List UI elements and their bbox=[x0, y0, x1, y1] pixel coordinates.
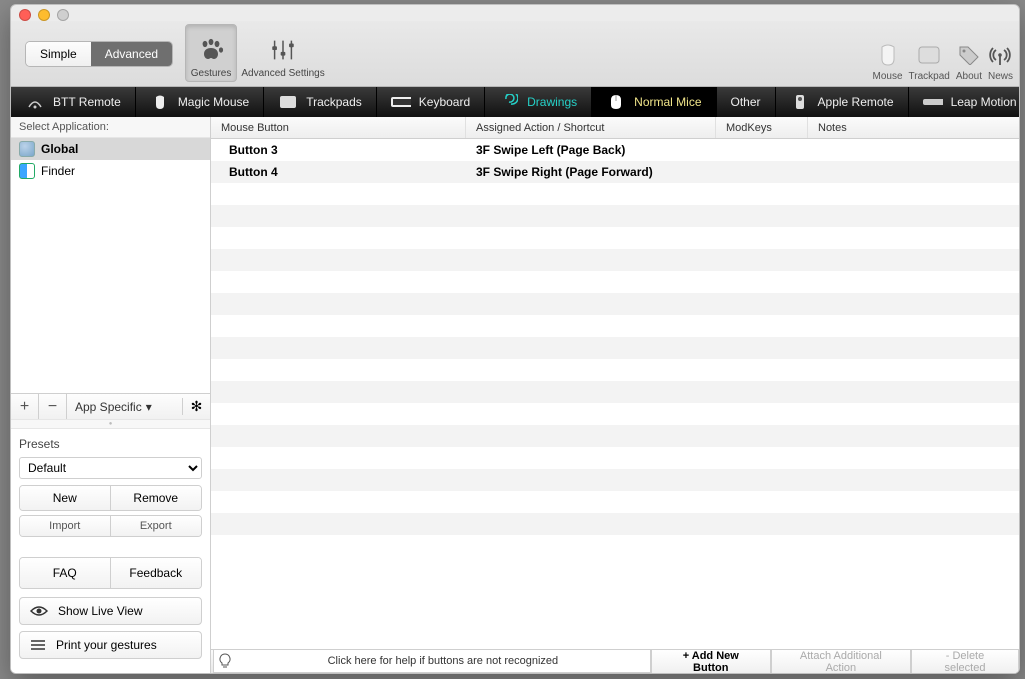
leap-icon bbox=[923, 94, 943, 110]
table-row[interactable]: Button 4 3F Swipe Right (Page Forward) bbox=[211, 161, 1019, 183]
app-window: Simple Advanced Gestures Advanced Settin… bbox=[10, 4, 1020, 674]
advanced-settings-label: Advanced Settings bbox=[241, 68, 324, 79]
chevron-down-icon: ▾ bbox=[146, 400, 152, 414]
preset-import-button[interactable]: Import bbox=[20, 516, 111, 536]
help-strip[interactable]: Click here for help if buttons are not r… bbox=[213, 650, 651, 673]
tab-leap-motion[interactable]: Leap Motion bbox=[909, 87, 1020, 117]
trackpads-icon bbox=[278, 94, 298, 110]
app-row-global[interactable]: Global bbox=[11, 138, 210, 160]
add-app-button[interactable]: + bbox=[11, 394, 39, 419]
mode-simple-button[interactable]: Simple bbox=[26, 42, 91, 66]
gestures-label: Gestures bbox=[191, 68, 232, 79]
gestures-tab[interactable]: Gestures bbox=[185, 24, 237, 82]
app-list: Global Finder bbox=[11, 138, 210, 182]
mode-advanced-button[interactable]: Advanced bbox=[91, 42, 172, 66]
normal-mouse-icon bbox=[606, 94, 626, 110]
preset-new-button[interactable]: New bbox=[20, 486, 111, 510]
content-area: Mouse Button Assigned Action / Shortcut … bbox=[211, 117, 1019, 673]
bottom-bar: Click here for help if buttons are not r… bbox=[211, 649, 1019, 673]
preset-remove-button[interactable]: Remove bbox=[111, 486, 202, 510]
app-row-finder[interactable]: Finder bbox=[11, 160, 210, 182]
sliders-icon bbox=[269, 36, 297, 64]
trackpad-icon bbox=[917, 43, 941, 67]
device-tabs: BTT Remote Magic Mouse Trackpads Keyboar… bbox=[11, 87, 1019, 117]
tab-keyboard[interactable]: Keyboard bbox=[377, 87, 485, 117]
mouse-icon bbox=[876, 43, 900, 67]
close-icon[interactable] bbox=[19, 9, 31, 21]
main-area: Select Application: Global Finder + − Ap… bbox=[11, 117, 1019, 673]
sidebar-header: Select Application: bbox=[11, 117, 210, 138]
eye-icon bbox=[30, 605, 48, 617]
tab-normal-mice[interactable]: Normal Mice bbox=[592, 87, 716, 117]
about-toolbar-button[interactable]: About bbox=[956, 43, 982, 82]
tab-drawings[interactable]: Drawings bbox=[485, 87, 592, 117]
remote-icon bbox=[25, 94, 45, 110]
presets-select[interactable]: Default bbox=[19, 457, 202, 479]
sidebar: Select Application: Global Finder + − Ap… bbox=[11, 117, 211, 673]
presets-panel: Presets Default New Remove Import Export bbox=[11, 429, 210, 549]
tab-apple-remote[interactable]: Apple Remote bbox=[776, 87, 909, 117]
gear-icon[interactable]: ✻ bbox=[182, 398, 210, 415]
tab-magic-mouse[interactable]: Magic Mouse bbox=[136, 87, 264, 117]
magic-mouse-icon bbox=[150, 94, 170, 110]
toolbar: Simple Advanced Gestures Advanced Settin… bbox=[11, 21, 1019, 87]
table-body[interactable]: Button 3 3F Swipe Left (Page Back) Butto… bbox=[211, 139, 1019, 649]
tab-trackpads[interactable]: Trackpads bbox=[264, 87, 377, 117]
remove-app-button[interactable]: − bbox=[39, 394, 67, 419]
tab-btt-remote[interactable]: BTT Remote bbox=[11, 87, 136, 117]
news-toolbar-button[interactable]: News bbox=[988, 43, 1013, 82]
live-view-button[interactable]: Show Live View bbox=[19, 597, 202, 625]
globe-icon bbox=[19, 141, 35, 157]
th-notes[interactable]: Notes bbox=[808, 117, 1019, 138]
tab-other[interactable]: Other bbox=[717, 87, 776, 117]
paw-icon bbox=[197, 36, 225, 64]
list-icon bbox=[30, 639, 46, 651]
add-new-button[interactable]: + Add New Button bbox=[651, 650, 771, 674]
delete-selected-button: - Delete selected bbox=[911, 650, 1019, 674]
advanced-settings-tab[interactable]: Advanced Settings bbox=[237, 24, 329, 82]
finder-icon bbox=[19, 163, 35, 179]
th-mouse-button[interactable]: Mouse Button bbox=[211, 117, 466, 138]
table-header: Mouse Button Assigned Action / Shortcut … bbox=[211, 117, 1019, 139]
tag-icon bbox=[957, 43, 981, 67]
th-modkeys[interactable]: ModKeys bbox=[716, 117, 808, 138]
apple-remote-icon bbox=[790, 94, 810, 110]
titlebar bbox=[11, 5, 1019, 21]
antenna-icon bbox=[988, 43, 1012, 67]
attach-action-button: Attach Additional Action bbox=[771, 650, 911, 674]
print-gestures-button[interactable]: Print your gestures bbox=[19, 631, 202, 659]
presets-title: Presets bbox=[19, 437, 202, 451]
faq-button[interactable]: FAQ bbox=[20, 558, 111, 588]
zoom-icon[interactable] bbox=[57, 9, 69, 21]
spiral-icon bbox=[499, 94, 519, 110]
mode-segment: Simple Advanced bbox=[25, 41, 173, 67]
sidebar-toolbar: + − App Specific ▾ ✻ bbox=[11, 393, 210, 419]
preset-export-button[interactable]: Export bbox=[111, 516, 202, 536]
split-handle[interactable]: ● bbox=[11, 419, 210, 429]
app-specific-dropdown[interactable]: App Specific ▾ bbox=[67, 400, 182, 414]
mouse-toolbar-button[interactable]: Mouse bbox=[873, 43, 903, 82]
trackpad-toolbar-button[interactable]: Trackpad bbox=[909, 43, 950, 82]
table-row[interactable]: Button 3 3F Swipe Left (Page Back) bbox=[211, 139, 1019, 161]
minimize-icon[interactable] bbox=[38, 9, 50, 21]
keyboard-icon bbox=[391, 94, 411, 110]
th-action[interactable]: Assigned Action / Shortcut bbox=[466, 117, 716, 138]
lightbulb-icon bbox=[214, 653, 236, 669]
feedback-button[interactable]: Feedback bbox=[111, 558, 202, 588]
